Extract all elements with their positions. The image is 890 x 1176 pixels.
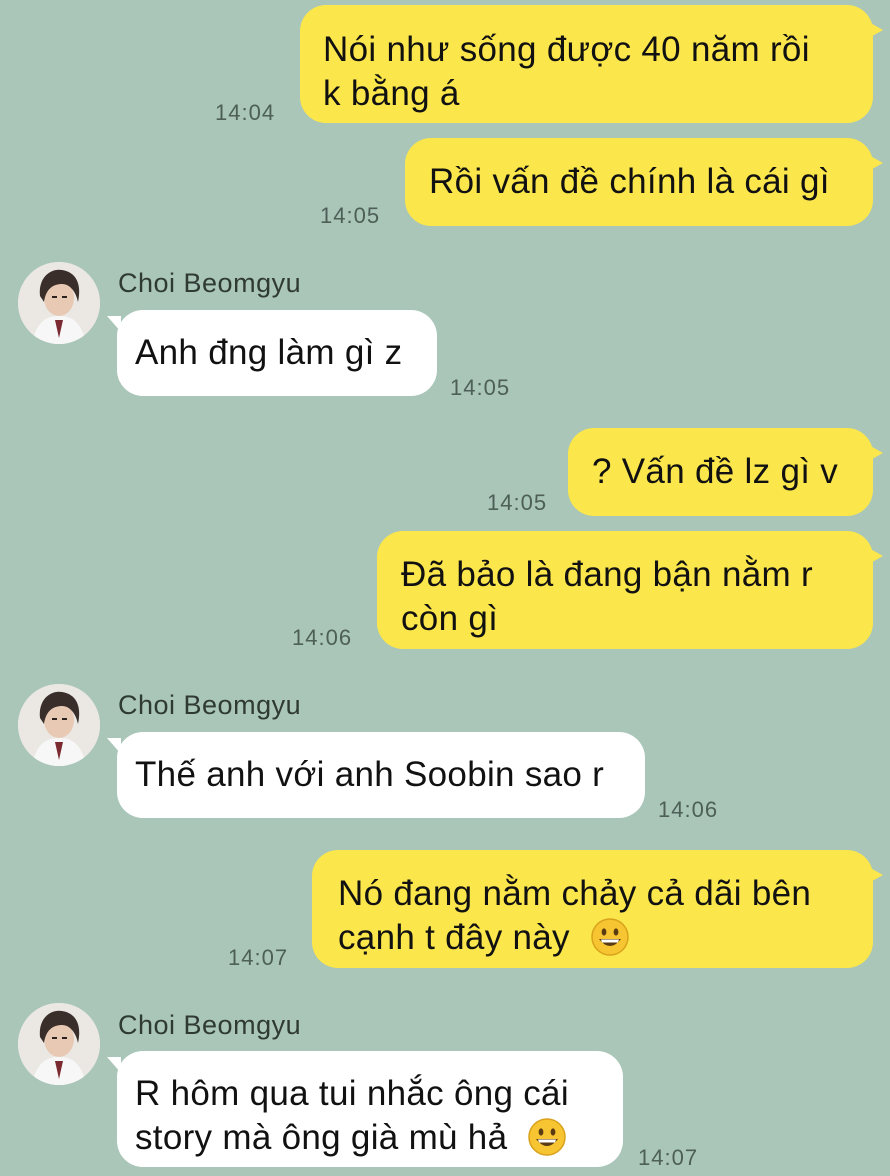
message-text-line: Anh đng làm gì z — [135, 333, 403, 372]
message-timestamp: 14:06 — [292, 625, 353, 650]
contact-avatar[interactable] — [18, 684, 100, 766]
message-timestamp: 14:05 — [487, 490, 548, 515]
sender-name: Choi Beomgyu — [118, 690, 302, 720]
message-text-line: story mà ông già mù hả — [135, 1116, 623, 1160]
profile-photo-icon — [18, 262, 100, 344]
message-text-line: cạnh t đây này — [338, 916, 873, 960]
message-text-line: còn gì — [401, 599, 499, 638]
contact-avatar[interactable] — [18, 1003, 100, 1085]
profile-photo-icon — [18, 684, 100, 766]
message-text-line: Nó đang nằm chảy cả dãi bên — [338, 874, 812, 913]
incoming-message-bubble[interactable]: R hôm qua tui nhắc ông cái story mà ông … — [107, 1051, 623, 1167]
message-text-line: Thế anh với anh Soobin sao r — [135, 755, 605, 794]
message-text-line: Đã bảo là đang bận nằm r — [401, 555, 813, 594]
message-text-fragment: cạnh t đây này — [338, 918, 570, 957]
grinning-face-emoji-icon — [528, 1118, 567, 1156]
message-timestamp: 14:07 — [228, 945, 289, 970]
sender-name: Choi Beomgyu — [118, 1010, 302, 1040]
contact-avatar[interactable] — [18, 262, 100, 344]
message-text-fragment: story mà ông già mù hả — [135, 1118, 508, 1157]
message-timestamp: 14:04 — [215, 100, 276, 125]
outgoing-message-bubble[interactable]: Nó đang nằm chảy cả dãi bên cạnh t đây n… — [312, 850, 883, 968]
grinning-face-emoji-icon — [591, 918, 629, 956]
message-timestamp: 14:05 — [320, 203, 381, 228]
sender-name: Choi Beomgyu — [118, 268, 302, 298]
message-text-line: k bằng á — [323, 74, 460, 113]
message-text-line: Rồi vấn đề chính là cái gì — [429, 162, 830, 201]
outgoing-message-bubble[interactable]: Đã bảo là đang bận nằm r còn gì — [377, 531, 883, 649]
outgoing-message-bubble[interactable]: Rồi vấn đề chính là cái gì — [405, 138, 883, 226]
incoming-message-bubble[interactable]: Anh đng làm gì z — [107, 310, 437, 396]
message-text-line: R hôm qua tui nhắc ông cái — [135, 1074, 569, 1113]
incoming-message-bubble[interactable]: Thế anh với anh Soobin sao r — [107, 732, 645, 818]
outgoing-message-bubble[interactable]: Nói như sống được 40 năm rồi k bằng á — [300, 5, 883, 123]
profile-photo-icon — [18, 1003, 100, 1085]
outgoing-message-bubble[interactable]: ? Vấn đề lz gì v — [568, 428, 883, 516]
message-text-line: ? Vấn đề lz gì v — [592, 452, 839, 491]
message-timestamp: 14:07 — [638, 1145, 699, 1170]
message-timestamp: 14:06 — [658, 797, 719, 822]
message-timestamp: 14:05 — [450, 375, 511, 400]
message-text-line: Nói như sống được 40 năm rồi — [323, 30, 810, 69]
